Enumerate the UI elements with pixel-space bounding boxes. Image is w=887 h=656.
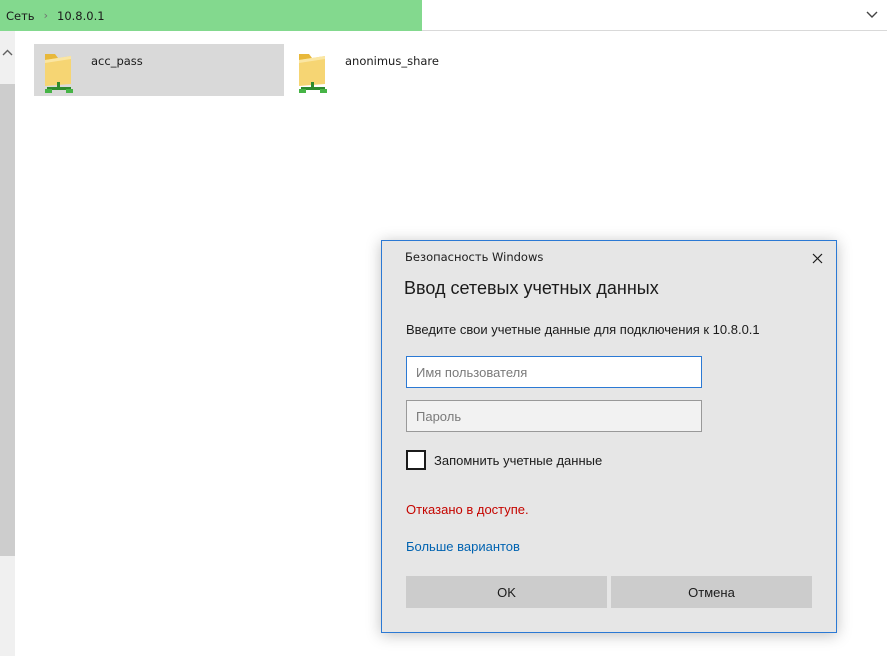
chevron-right-icon: › (43, 9, 48, 22)
network-share-folder-icon (39, 46, 81, 96)
credentials-dialog: Безопасность Windows Ввод сетевых учетны… (381, 240, 837, 633)
close-icon[interactable] (808, 249, 826, 267)
folder-item-anonimus-share[interactable]: anonimus_share (288, 44, 538, 96)
breadcrumb-item-network[interactable]: Сеть (6, 9, 35, 23)
scroll-up-arrow-icon[interactable] (2, 42, 13, 56)
scrollbar-thumb[interactable] (0, 84, 15, 556)
username-input[interactable] (406, 356, 702, 388)
more-options-link[interactable]: Больше вариантов (406, 539, 520, 554)
breadcrumb-item-host[interactable]: 10.8.0.1 (57, 9, 105, 23)
remember-credentials-label: Запомнить учетные данные (434, 452, 603, 468)
dialog-title: Ввод сетевых учетных данных (404, 278, 659, 298)
network-share-folder-icon (293, 46, 335, 96)
dialog-caption: Безопасность Windows (405, 250, 544, 264)
breadcrumb: Сеть › 10.8.0.1 (6, 0, 105, 31)
folder-item-acc-pass[interactable]: acc_pass (34, 44, 284, 96)
chevron-down-icon[interactable] (863, 6, 881, 24)
checkbox-box[interactable] (406, 450, 426, 470)
vertical-scrollbar[interactable] (0, 31, 15, 656)
ok-button[interactable]: OK (406, 576, 607, 608)
cancel-button[interactable]: Отмена (611, 576, 812, 608)
remember-credentials-checkbox[interactable]: Запомнить учетные данные (406, 450, 602, 470)
dialog-subtitle: Введите свои учетные данные для подключе… (406, 322, 760, 337)
address-bar[interactable]: Сеть › 10.8.0.1 (0, 0, 887, 31)
error-message: Отказано в доступе. (406, 502, 529, 517)
folder-label: anonimus_share (345, 54, 439, 68)
password-input[interactable] (406, 400, 702, 432)
folder-label: acc_pass (91, 54, 143, 68)
